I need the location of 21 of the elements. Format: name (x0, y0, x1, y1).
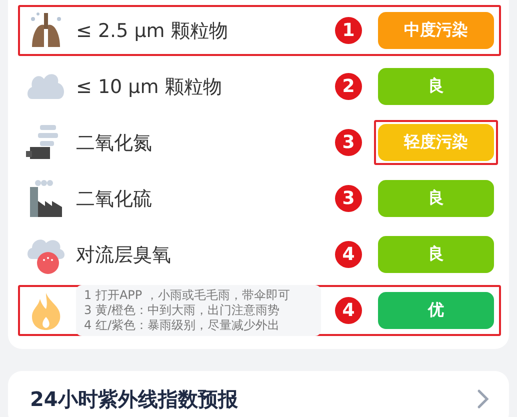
level-badge: 良 (378, 180, 494, 217)
pollutant-name: 对流层臭氧 (76, 242, 172, 268)
level-badge: 轻度污染 (378, 124, 494, 161)
number-marker: 2 (335, 73, 362, 100)
level-badge: 良 (378, 236, 494, 273)
note-text: 1 打开APP ，小雨或毛毛雨，带伞即可 3 黄/橙色：中到大雨，出门注意雨势 4 红/紫色：暴雨级别，尽量减少外出 (76, 285, 321, 336)
chevron-right-icon (477, 389, 489, 409)
pollutant-name: ≤ 2.5 μm 颗粒物 (76, 18, 229, 44)
level-badge: 优 (378, 292, 494, 329)
forecast-title: 24小时紫外线指数预报 (30, 386, 238, 412)
number-marker: 4 (335, 297, 362, 324)
level-badge: 中度污染 (378, 12, 494, 49)
level-badge: 良 (378, 68, 494, 105)
number-marker: 3 (335, 185, 362, 212)
number-marker: 4 (335, 241, 362, 268)
number-marker: 3 (335, 129, 362, 156)
forecast-card[interactable]: 24小时紫外线指数预报 (8, 371, 509, 417)
number-marker: 1 (335, 17, 362, 44)
pollutant-name: 二氧化硫 (76, 186, 153, 212)
pollutant-name: ≤ 10 μm 颗粒物 (76, 74, 223, 100)
pollutant-name: 二氧化氮 (76, 130, 153, 156)
